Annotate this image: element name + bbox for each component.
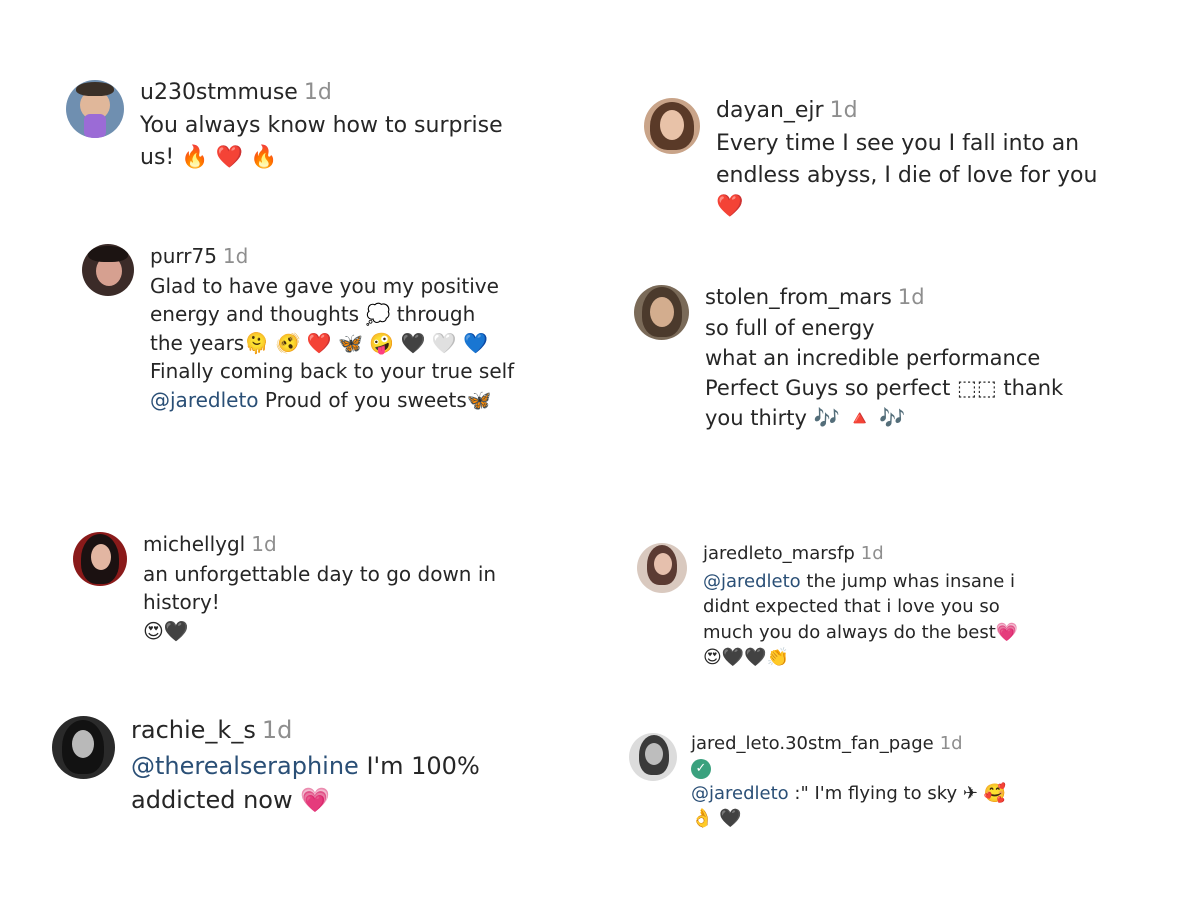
mention-link[interactable]: @therealseraphine <box>131 752 359 780</box>
comment-text: Perfect Guys so perfect ⬚⬚ thank <box>705 375 1064 400</box>
comment-text: Glad to have gave you my positive <box>150 274 499 298</box>
comment-text: didnt expected that i love you so <box>703 596 1000 618</box>
timestamp: 1d <box>939 733 963 754</box>
comment-text: endless abyss, I die of love for you <box>716 162 1098 188</box>
heart-eyes-hearts-clap-emoji-icon: 😍🖤🖤👏 <box>703 647 790 669</box>
emoji-sequence-icon: 🫠 🫨 ❤️ 🦋 🤪 🖤 🤍 💙 <box>244 330 488 355</box>
comment-u230stmmuse: u230stmmuse 1d You always know how to sur… <box>66 80 503 173</box>
avatar[interactable] <box>66 80 124 138</box>
comment-text: so full of energy <box>705 316 875 341</box>
pink-heart-emoji-icon: 💗 <box>995 621 1019 643</box>
username[interactable]: michellygl <box>143 532 245 556</box>
timestamp: 1d <box>303 80 332 105</box>
smiling-hearts-emoji-icon: 🥰 <box>983 782 1007 804</box>
avatar[interactable] <box>52 716 115 779</box>
comment-text: history! <box>143 590 220 615</box>
username[interactable]: u230stmmuse <box>140 80 298 105</box>
fire-heart-fire-emoji-icon: 🔥 ❤️ 🔥 <box>181 144 278 170</box>
comment-text: Every time I see you I fall into an <box>716 131 1080 157</box>
comment-text: us! 🔥 ❤️ 🔥 <box>140 144 278 170</box>
comment-rachie-k-s: rachie_k_s 1d @therealseraphine I'm 100% … <box>52 716 480 817</box>
comment-text: energy and thoughts 💭 through <box>150 302 476 327</box>
timestamp: 1d <box>897 285 925 309</box>
comment-text: @therealseraphine I'm 100% <box>131 751 480 780</box>
comment-text: addicted now 💗 <box>131 785 331 814</box>
avatar[interactable] <box>644 98 700 154</box>
username[interactable]: jared_leto.30stm_fan_page <box>691 733 934 754</box>
comment-text: ❤️ <box>716 191 1097 222</box>
timestamp: 1d <box>860 543 884 564</box>
mention-link[interactable]: @jaredleto <box>150 388 259 412</box>
avatar[interactable] <box>629 733 677 781</box>
comment-text: 👌 🖤 <box>691 806 1006 832</box>
comment-text: you thirty 🎶 🔺 🎶 <box>705 405 906 430</box>
thought-bubble-emoji-icon: 💭 <box>365 302 391 327</box>
avatar[interactable] <box>637 543 687 593</box>
comment-text: You always know how to surprise <box>140 113 503 139</box>
comment-text: 😍🖤🖤👏 <box>703 645 1018 671</box>
comment-text: much you do always do the best💗 <box>703 621 1019 643</box>
comment-michellygl: michellygl 1d an unforgettable day to go … <box>73 532 496 645</box>
timestamp: 1d <box>222 244 249 268</box>
comment-stolen-from-mars: stolen_from_mars 1d so full of energy wha… <box>634 285 1063 433</box>
red-heart-emoji-icon: ❤️ <box>716 193 744 219</box>
comment-jared-leto-30stm-fan-page: jared_leto.30stm_fan_page 1d ✓ @jaredleto… <box>629 733 1006 832</box>
timestamp: 1d <box>251 532 277 556</box>
avatar[interactable] <box>73 532 127 586</box>
butterfly-emoji-icon: 🦋 <box>466 387 492 412</box>
comment-text: @jaredleto :" I'm flying to sky ✈ 🥰 <box>691 782 1007 804</box>
avatar[interactable] <box>82 244 134 296</box>
comment-text: the years🫠 🫨 ❤️ 🦋 🤪 🖤 🤍 💙 <box>150 330 488 355</box>
verified-badge-icon: ✓ <box>691 758 711 779</box>
ok-hand-black-heart-emoji-icon: 👌 🖤 <box>691 808 742 830</box>
comment-text: @jaredleto the jump whas insane i <box>703 570 1016 592</box>
music-notes-emoji-icon: 🎶 🔺 🎶 <box>813 405 906 430</box>
username[interactable]: jaredleto_marsfp <box>703 543 855 564</box>
timestamp: 1d <box>829 98 858 123</box>
mention-link[interactable]: @jaredleto <box>703 571 801 592</box>
username[interactable]: rachie_k_s <box>131 716 256 744</box>
username[interactable]: dayan_ejr <box>716 98 824 123</box>
comment-text: Finally coming back to your true self <box>150 359 515 384</box>
comment-text: what an incredible performance <box>705 346 1041 370</box>
timestamp: 1d <box>261 716 293 744</box>
comment-purr75: purr75 1d Glad to have gave you my positi… <box>82 244 514 414</box>
comment-jaredleto-marsfp: jaredleto_marsfp 1d @jaredleto the jump w… <box>637 543 1018 671</box>
avatar[interactable] <box>634 285 689 340</box>
comment-text: 😍🖤 <box>143 617 496 645</box>
comment-dayan-ejr: dayan_ejr 1d Every time I see you I fall … <box>644 98 1097 222</box>
comment-text: @jaredleto Proud of you sweets🦋 <box>150 387 492 412</box>
pink-heart-emoji-icon: 💗 <box>300 785 331 814</box>
mention-link[interactable]: @jaredleto <box>691 783 789 804</box>
username[interactable]: stolen_from_mars <box>705 285 892 309</box>
username[interactable]: purr75 <box>150 244 217 268</box>
heart-eyes-black-heart-emoji-icon: 😍🖤 <box>143 618 189 643</box>
comment-text: an unforgettable day to go down in <box>143 562 497 586</box>
